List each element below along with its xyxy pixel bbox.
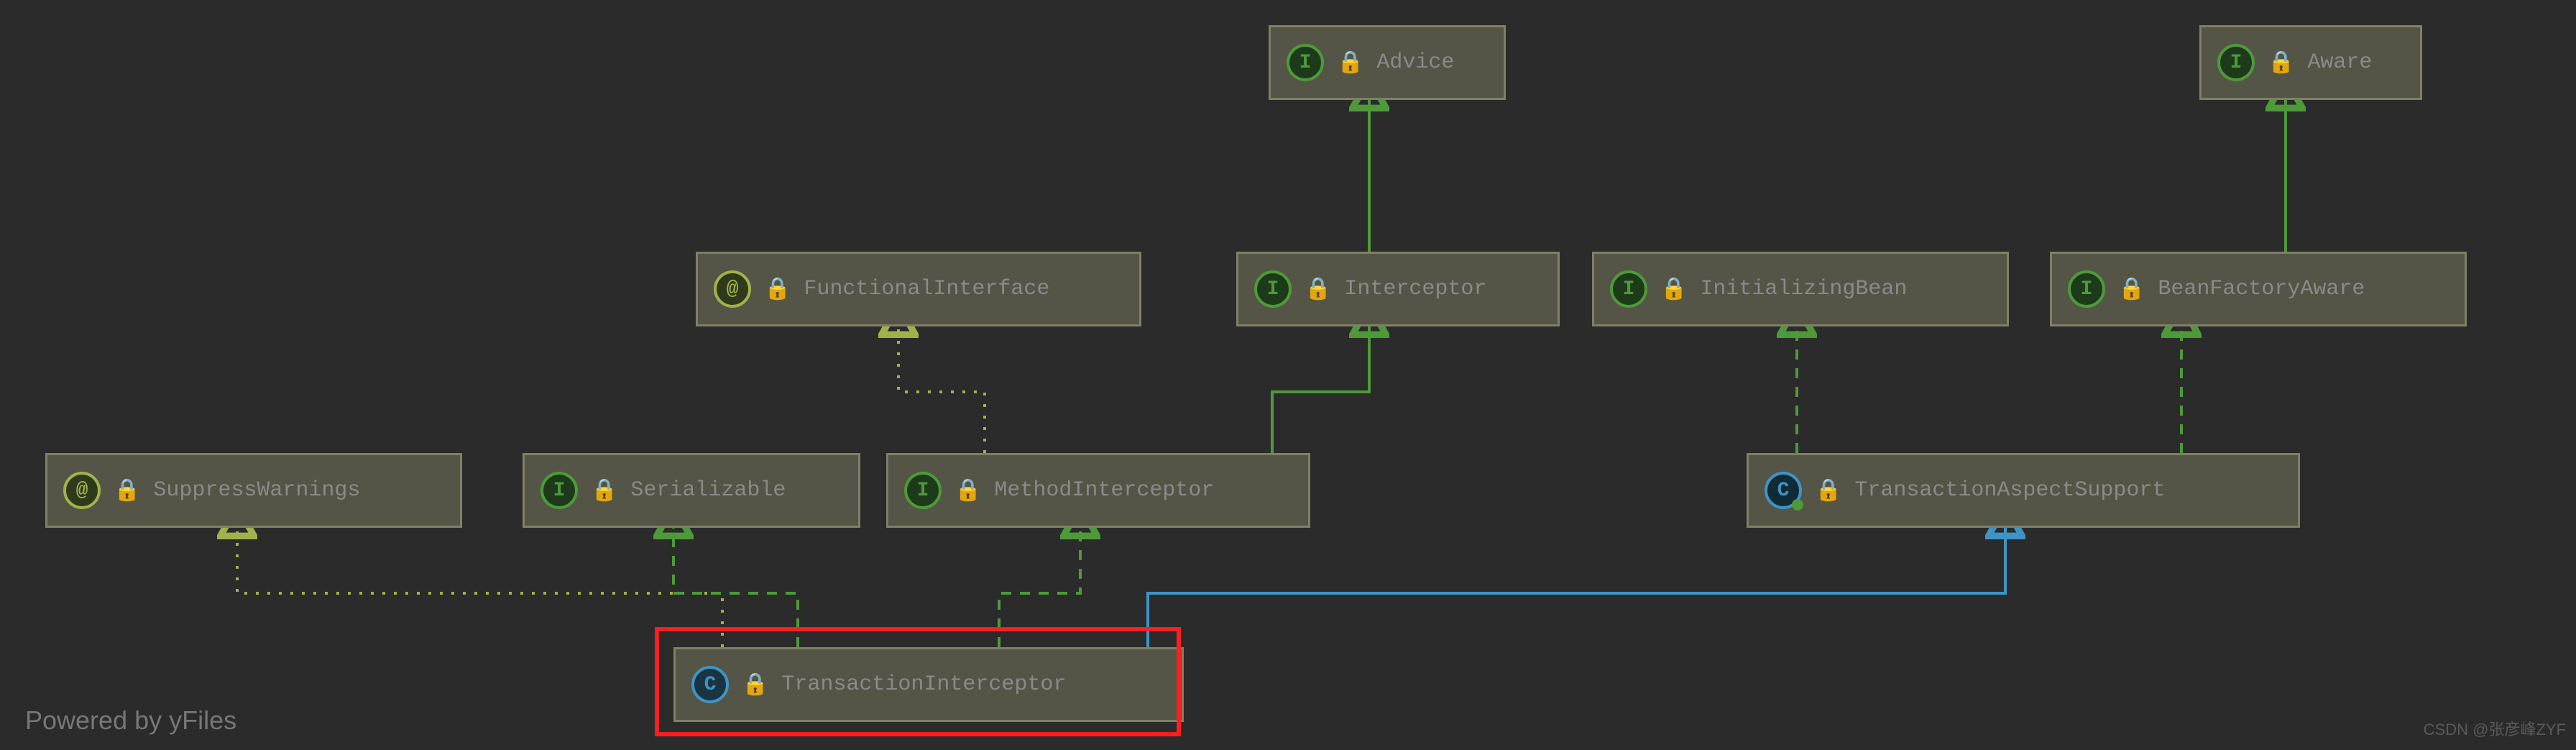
watermark-yfiles: Powered by yFiles [25, 705, 236, 736]
interface-badge-icon: I [2068, 270, 2105, 308]
node-label: Advice [1376, 50, 1454, 75]
lock-icon: 🔒 [1815, 477, 1841, 504]
lock-icon: 🔒 [114, 477, 140, 504]
node-interceptor[interactable]: I 🔒 Interceptor [1236, 252, 1560, 326]
node-label: InitializingBean [1700, 277, 1907, 301]
highlight-box [655, 627, 1181, 736]
node-label: MethodInterceptor [994, 478, 1214, 503]
edge-methodInt-to-funcIf [898, 308, 985, 453]
lock-icon: 🔒 [1660, 276, 1687, 303]
node-methodInt[interactable]: I 🔒 MethodInterceptor [886, 453, 1310, 528]
class-badge-icon: C [1765, 472, 1802, 509]
annotation-badge-icon: @ [714, 270, 751, 308]
lock-icon: 🔒 [954, 477, 981, 504]
node-label: Serializable [630, 478, 786, 503]
lock-icon: 🔒 [1337, 50, 1363, 76]
interface-badge-icon: I [540, 472, 578, 509]
node-label: Aware [2307, 50, 2372, 75]
node-aware[interactable]: I 🔒 Aware [2199, 25, 2422, 100]
lock-icon: 🔒 [591, 477, 617, 504]
node-label: TransactionAspectSupport [1854, 478, 2165, 503]
node-txAspect[interactable]: C 🔒 TransactionAspectSupport [1747, 453, 2300, 528]
interface-badge-icon: I [1254, 270, 1292, 308]
edge-methodInt-to-interceptor [1272, 308, 1369, 453]
node-initBean[interactable]: I 🔒 InitializingBean [1592, 252, 2009, 326]
edge-txInterceptor-to-suppress [237, 509, 722, 647]
interface-badge-icon: I [904, 472, 942, 509]
edge-txInterceptor-to-txAspect [1148, 509, 2005, 647]
node-label: Interceptor [1344, 277, 1486, 301]
node-advice[interactable]: I 🔒 Advice [1269, 25, 1506, 100]
lock-icon: 🔒 [764, 276, 791, 303]
node-label: FunctionalInterface [804, 277, 1049, 301]
annotation-badge-icon: @ [63, 472, 101, 509]
lock-icon: 🔒 [2118, 276, 2145, 303]
node-label: SuppressWarnings [153, 478, 360, 503]
diagram-canvas: I 🔒 Advice I 🔒 Aware @ 🔒 FunctionalInterface I 🔒 In… [0, 0, 2576, 750]
node-label: BeanFactoryAware [2158, 277, 2365, 301]
node-funcIf[interactable]: @ 🔒 FunctionalInterface [696, 252, 1141, 326]
lock-icon: 🔒 [2268, 50, 2294, 76]
node-beanFactAware[interactable]: I 🔒 BeanFactoryAware [2050, 252, 2467, 326]
node-serializable[interactable]: I 🔒 Serializable [523, 453, 860, 528]
interface-badge-icon: I [2217, 44, 2255, 81]
node-suppress[interactable]: @ 🔒 SuppressWarnings [45, 453, 462, 528]
interface-badge-icon: I [1610, 270, 1647, 308]
edges-layer [0, 0, 2576, 750]
watermark-csdn: CSDN @张彦峰ZYF [2424, 717, 2566, 740]
lock-icon: 🔒 [1305, 276, 1331, 303]
interface-badge-icon: I [1287, 44, 1324, 81]
